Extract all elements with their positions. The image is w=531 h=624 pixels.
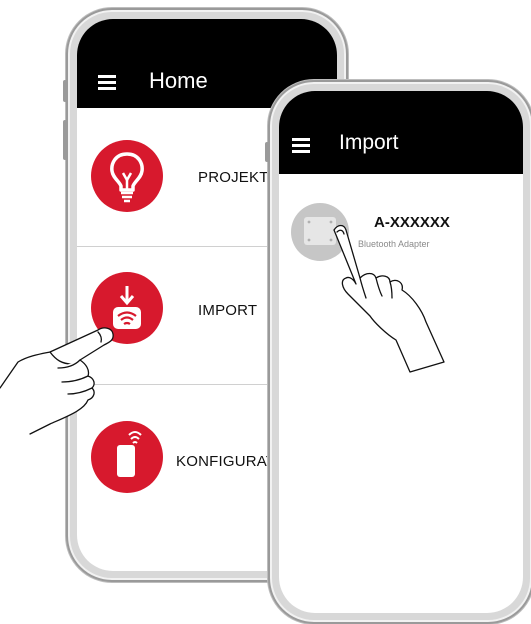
phone-side-button — [63, 80, 67, 102]
menu-item-label: PROJEKTE — [198, 169, 279, 186]
pointing-hand-icon — [0, 327, 114, 435]
phone-side-button — [63, 120, 67, 160]
page-title: Home — [149, 68, 208, 93]
import-app-bar: Import — [279, 91, 523, 174]
menu-hamburger-icon[interactable] — [98, 75, 116, 90]
page-title: Import — [339, 131, 399, 154]
phone-side-button — [265, 142, 269, 162]
lightbulb-icon — [91, 140, 163, 212]
menu-hamburger-icon[interactable] — [292, 138, 310, 153]
menu-item-label: IMPORT — [198, 302, 258, 319]
pointing-hand-icon — [333, 224, 445, 373]
